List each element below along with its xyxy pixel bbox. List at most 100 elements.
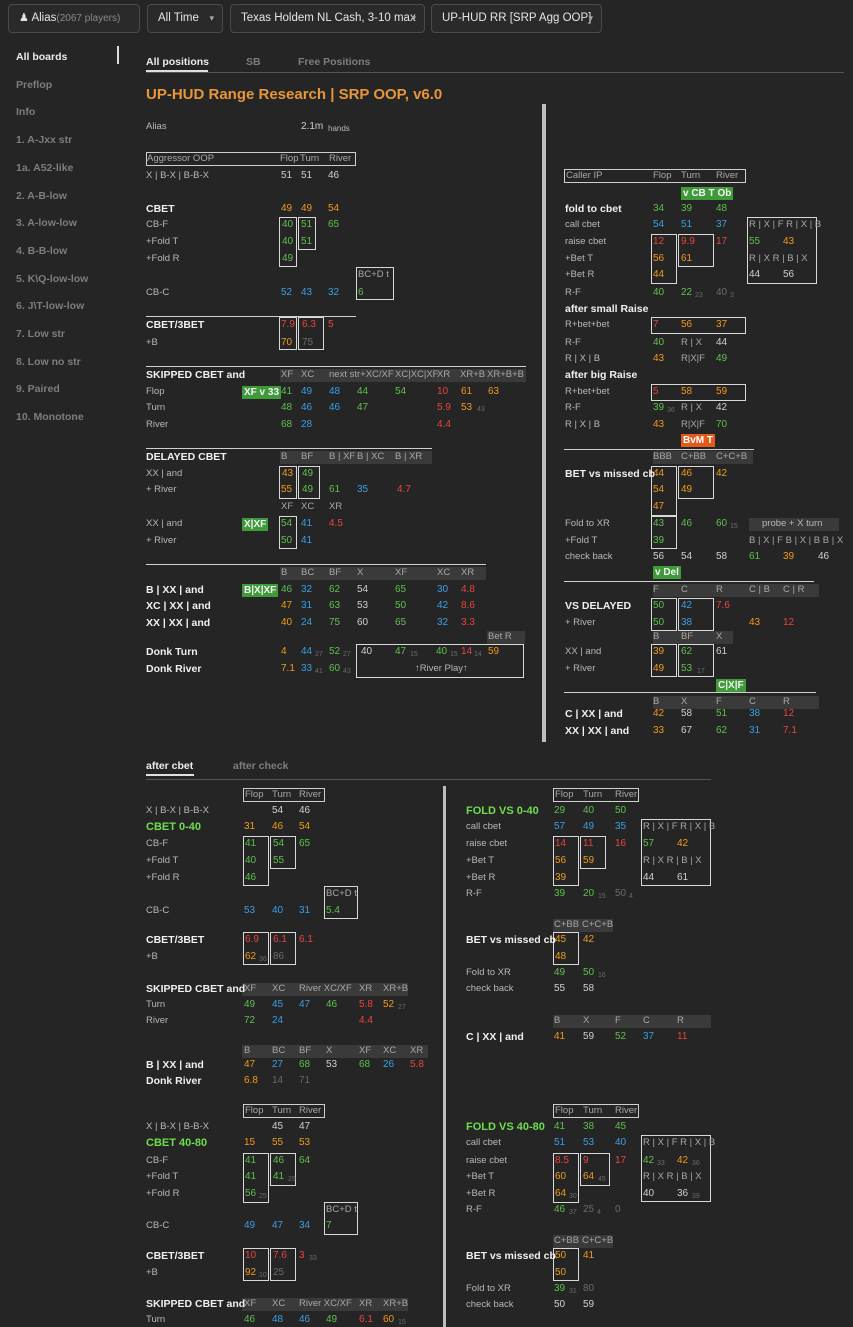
stat-value: 40	[361, 646, 373, 657]
row-label: Alias	[146, 121, 167, 132]
stat-value: 25	[583, 1204, 595, 1215]
hud-dropdown[interactable]: UP-HUD RR [SRP Agg OOP] ▾	[431, 4, 602, 33]
stat-value: 49	[301, 386, 313, 397]
row-label: after small Raise	[565, 303, 649, 315]
row-label: CBET 0-40	[146, 821, 202, 833]
row-label: CBET	[146, 203, 175, 215]
sidebar-item[interactable]: 10. Monotone	[16, 411, 84, 423]
stat-value: 39	[653, 402, 665, 413]
stat-value: 6.1	[299, 934, 313, 945]
tab-all-positions[interactable]: All positions	[146, 56, 209, 68]
stat-value: 39	[692, 1193, 700, 1200]
stat-value: 42	[681, 600, 693, 611]
stat-value: 46	[299, 1314, 311, 1325]
stat-value: 62	[329, 584, 341, 595]
column-separator	[443, 786, 446, 1327]
sidebar-item[interactable]: Info	[16, 106, 35, 118]
row-label: R-F	[466, 1204, 482, 1215]
stat-value: 35	[615, 821, 627, 832]
row-label: CBET/3BET	[146, 1250, 205, 1262]
stat-value: 43	[653, 353, 665, 364]
section-rule	[146, 366, 526, 367]
stat-value: 57	[554, 821, 566, 832]
stat-value: 51	[301, 219, 313, 230]
sidebar-item[interactable]: 4. B-B-low	[16, 245, 67, 257]
column-header: F	[615, 1015, 621, 1026]
column-header: XF	[244, 983, 257, 994]
stat-value: 47	[653, 501, 665, 512]
stat-value: 7	[326, 1220, 332, 1231]
stat-value: 62	[716, 725, 728, 736]
stat-value: 4	[597, 1209, 601, 1216]
player-filter-label: Alias	[31, 12, 57, 24]
player-filter-dropdown[interactable]: ♟ Alias(2067 players)	[8, 4, 140, 33]
sidebar-item[interactable]: 5. K\Q-low-low	[16, 273, 88, 285]
stat-value: 46	[818, 551, 830, 562]
stat-value: 42	[677, 838, 689, 849]
sidebar-item[interactable]: 2. A-B-low	[16, 190, 67, 202]
row-label: R+bet+bet	[565, 319, 610, 330]
stat-value: 39	[681, 203, 693, 214]
stat-value: 41	[281, 386, 293, 397]
stat-value: 6.9	[245, 934, 259, 945]
tab-after-cbet[interactable]: after cbet	[146, 760, 193, 772]
row-label: +Fold T	[146, 1171, 179, 1182]
stat-value: 56	[555, 855, 567, 866]
row-label: Donk Turn	[146, 646, 198, 658]
stat-value: 42	[583, 934, 595, 945]
column-header: BF	[301, 451, 314, 462]
stat-value: 63	[329, 600, 341, 611]
stat-value: 32	[301, 584, 313, 595]
stat-value: 51	[681, 219, 693, 230]
column-header: B	[554, 1015, 561, 1026]
row-label: R-F	[565, 287, 581, 298]
time-dropdown[interactable]: All Time ▾	[147, 4, 223, 33]
stat-value: 61	[677, 872, 689, 883]
stat-value: 53	[583, 1137, 595, 1148]
sidebar-item[interactable]: Preflop	[16, 79, 52, 91]
sidebar-item[interactable]: 1a. A52-like	[16, 162, 73, 174]
stat-value: 46	[681, 518, 693, 529]
row-label: + River	[565, 617, 596, 628]
stat-value: 51	[281, 170, 293, 181]
tab-after-check[interactable]: after check	[233, 760, 288, 772]
column-header: BF	[681, 631, 694, 642]
tab-free-positions[interactable]: Free Positions	[298, 56, 370, 68]
stat-value: 25	[259, 1193, 267, 1200]
stat-value: 54	[299, 821, 311, 832]
tab-sb[interactable]: SB	[246, 56, 261, 68]
stat-value: 54	[272, 805, 284, 816]
stat-value: 39	[554, 1283, 566, 1294]
sidebar-item[interactable]: 6. J\T-low-low	[16, 300, 84, 312]
stat-value: 49	[302, 468, 314, 479]
stat-value: 53	[461, 402, 473, 413]
stat-value: 57	[643, 838, 655, 849]
sidebar-item[interactable]: 9. Paired	[16, 383, 60, 395]
stat-value: 38	[749, 708, 761, 719]
sidebar-item[interactable]: All boards	[16, 51, 67, 63]
game-dropdown[interactable]: Texas Holdem NL Cash, 3-10 max ▾	[230, 4, 425, 33]
column-header: Turn	[583, 789, 603, 800]
stat-value: 68	[359, 1059, 371, 1070]
sidebar-item[interactable]: 3. A-low-low	[16, 217, 77, 229]
stat-value: 15	[730, 523, 738, 530]
stat-value: 10	[245, 1250, 257, 1261]
row-label: +Fold T	[146, 855, 179, 866]
sidebar-item[interactable]: 1. A-Jxx str	[16, 134, 72, 146]
stat-value: 46	[329, 402, 341, 413]
sidebar-item[interactable]: 7. Low str	[16, 328, 65, 340]
row-label: CB-C	[146, 905, 170, 916]
stat-value: 32	[437, 617, 449, 628]
column-header: R	[677, 1015, 684, 1026]
row-label: XX | XX | and	[565, 725, 630, 737]
time-label: All Time	[158, 12, 199, 24]
stat-value: 64	[299, 1155, 311, 1166]
stat-value: 24	[272, 1015, 284, 1026]
column-header: River	[716, 170, 739, 181]
stat-value: 15	[598, 893, 606, 900]
column-header: XR+B+B	[487, 369, 524, 380]
row-label: + River	[146, 535, 177, 546]
stat-value: 40	[643, 1188, 655, 1199]
stat-value: 46	[272, 821, 284, 832]
sidebar-item[interactable]: 8. Low no str	[16, 356, 81, 368]
